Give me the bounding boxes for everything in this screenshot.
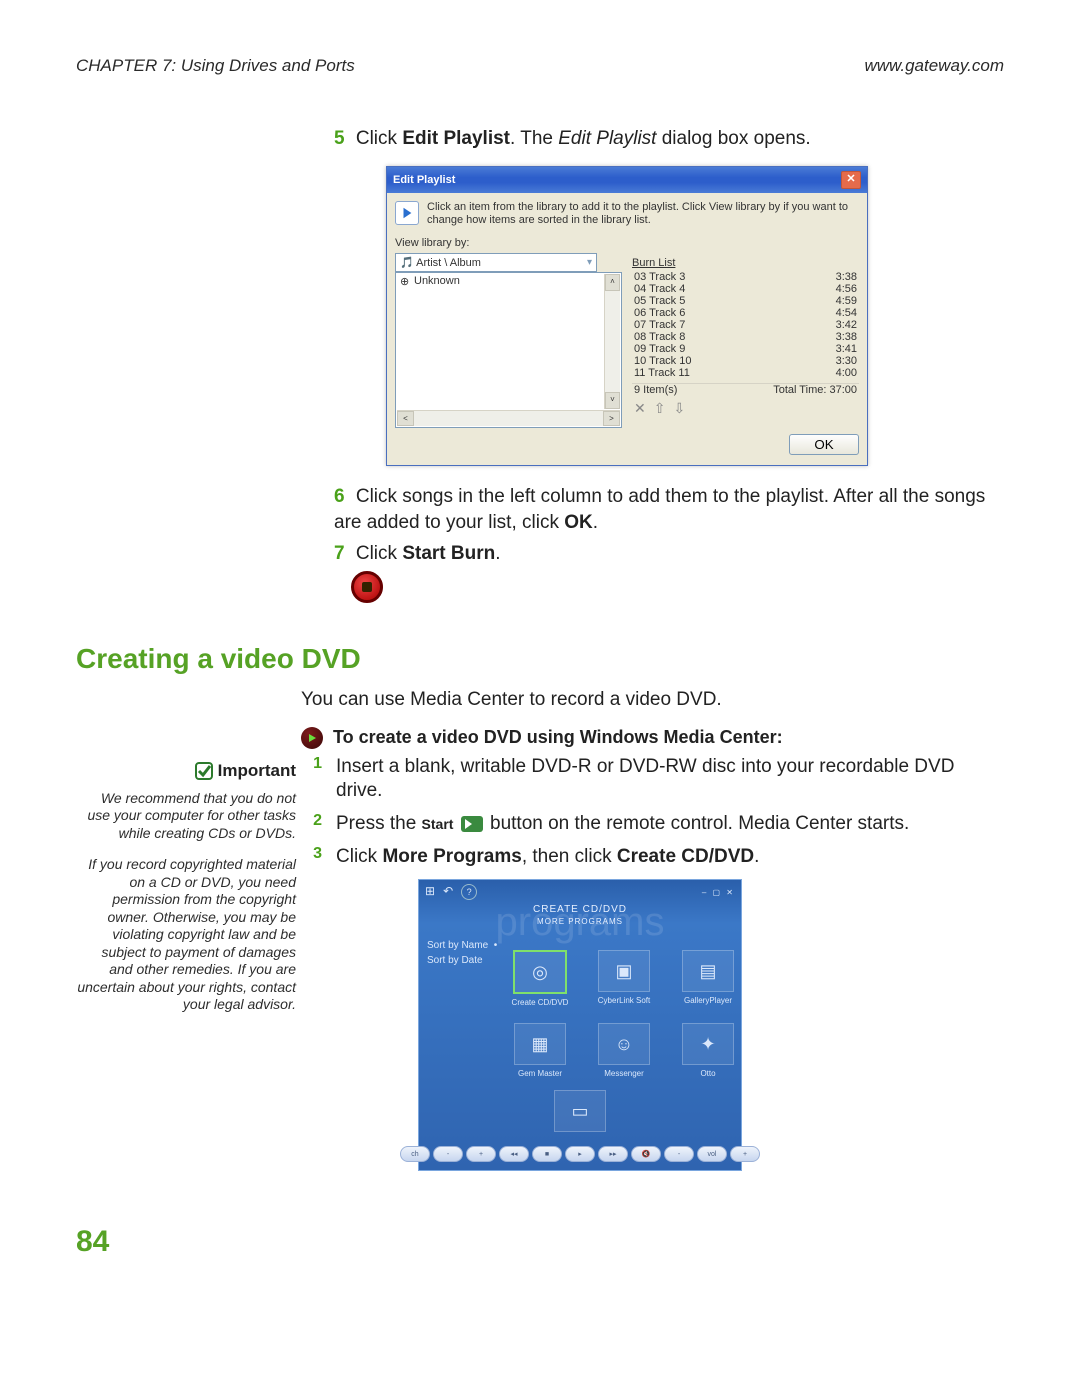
track-row[interactable]: 08 Track 83:38 <box>632 331 859 343</box>
track-row[interactable]: 06 Track 64:54 <box>632 307 859 319</box>
mc-tile-label: CyberLink Soft <box>592 996 656 1005</box>
edit-playlist-dialog: Edit Playlist ✕ Click an item from the l… <box>386 166 868 466</box>
step-6: 6 Click songs in the left column to add … <box>334 484 1004 535</box>
mc-control-button[interactable]: 🔇 <box>631 1146 661 1162</box>
mc-control-button[interactable]: ■ <box>532 1146 562 1162</box>
track-row[interactable]: 03 Track 33:38 <box>632 271 859 283</box>
step-number: 5 <box>334 128 345 149</box>
scroll-right-button[interactable]: ˃ <box>603 411 620 426</box>
site-url: www.gateway.com <box>864 56 1004 76</box>
important-sidebar: Important We recommend that you do not u… <box>76 755 296 1014</box>
page-number: 84 <box>76 1225 1004 1259</box>
mc-tile[interactable]: ☺ Messenger <box>592 1023 656 1078</box>
mc-control-button[interactable]: + <box>466 1146 496 1162</box>
step-number: 3 <box>308 845 322 870</box>
mc-back-icon[interactable]: ↶ <box>443 884 453 900</box>
section-heading: Creating a video DVD <box>76 643 1004 675</box>
mc-tile-label: Create CD/DVD <box>508 998 572 1007</box>
section-intro: You can use Media Center to record a vid… <box>301 687 1004 713</box>
important-text-2: If you record copyrighted material on a … <box>76 856 296 1014</box>
mc-tile[interactable]: ▦ Gem Master <box>508 1023 572 1078</box>
mc-tile-icon: ✦ <box>682 1023 734 1065</box>
mc-tile[interactable]: ◎ Create CD/DVD <box>508 950 572 1007</box>
mc-tile-label: Otto <box>676 1069 740 1078</box>
library-list[interactable]: ⊕ Unknown ˄ ˅ ˂ ˃ <box>395 272 622 428</box>
mc-control-button[interactable]: vol <box>697 1146 727 1162</box>
mc-logo-icon: ⊞ <box>425 884 435 900</box>
mc-tile[interactable]: ▣ CyberLink Soft <box>592 950 656 1007</box>
chapter-label: CHAPTER 7: Using Drives and Ports <box>76 56 355 76</box>
view-library-label: View library by: <box>395 237 859 249</box>
mc-control-button[interactable]: ▸▸ <box>598 1146 628 1162</box>
mc-tile-icon: ◎ <box>513 950 567 994</box>
track-row[interactable]: 05 Track 54:59 <box>632 295 859 307</box>
move-down-icon[interactable]: ⇩ <box>673 400 685 417</box>
track-row[interactable]: 07 Track 73:42 <box>632 319 859 331</box>
mc-tile-label: GalleryPlayer <box>676 996 740 1005</box>
mc-tile-icon: ▤ <box>682 950 734 992</box>
total-time: Total Time: 37:00 <box>773 384 857 396</box>
ok-button[interactable]: OK <box>789 434 859 455</box>
scrollbar-vertical[interactable]: ˄ ˅ <box>604 274 620 409</box>
mc-tile-label: Gem Master <box>508 1069 572 1078</box>
mc-tile[interactable]: ✦ Otto <box>676 1023 740 1078</box>
burn-list[interactable]: 03 Track 33:3804 Track 44:5605 Track 54:… <box>632 271 859 379</box>
chevron-down-icon: ▾ <box>587 257 592 268</box>
subhead: To create a video DVD using Windows Medi… <box>333 727 783 748</box>
step-number: 1 <box>308 755 322 804</box>
scroll-down-button[interactable]: ˅ <box>605 392 620 409</box>
step-number: 7 <box>334 543 345 564</box>
item-count: 9 Item(s) <box>634 384 677 396</box>
mc-tile-label: Messenger <box>592 1069 656 1078</box>
info-icon <box>395 201 419 225</box>
play-bullet-icon <box>301 727 323 749</box>
mc-tile-extra[interactable]: ▭ <box>554 1090 606 1136</box>
track-row[interactable]: 11 Track 114:00 <box>632 367 859 379</box>
mc-tile-icon: ▦ <box>514 1023 566 1065</box>
track-row[interactable]: 04 Track 44:56 <box>632 283 859 295</box>
scroll-up-button[interactable]: ˄ <box>605 274 620 291</box>
step-7: 7 Click Start Burn. <box>334 541 1004 567</box>
start-burn-icon <box>351 571 383 603</box>
step-number: 2 <box>308 812 322 837</box>
important-text-1: We recommend that you do not use your co… <box>76 790 296 843</box>
move-up-icon[interactable]: ⇧ <box>654 400 666 417</box>
media-center-screenshot: ⊞ ↶ ? – ▢ ✕ programs CREATE CD/DVD MORE … <box>418 879 742 1171</box>
dvd-step-3: Click More Programs, then click Create C… <box>336 845 1004 870</box>
library-item[interactable]: Unknown <box>414 275 460 287</box>
close-button[interactable]: ✕ <box>841 171 861 189</box>
step-number: 6 <box>334 486 345 507</box>
track-row[interactable]: 10 Track 103:30 <box>632 355 859 367</box>
mc-control-button[interactable]: + <box>730 1146 760 1162</box>
burn-list-header: Burn List <box>632 257 859 269</box>
dialog-hint: Click an item from the library to add it… <box>427 201 859 227</box>
mc-control-button[interactable]: ▸ <box>565 1146 595 1162</box>
mc-tile-icon: ☺ <box>598 1023 650 1065</box>
dvd-step-2: Press the Start button on the remote con… <box>336 812 1004 837</box>
mc-title: CREATE CD/DVD <box>419 904 741 915</box>
step-5: 5 Click Edit Playlist. The Edit Playlist… <box>334 126 1004 152</box>
mc-control-button[interactable]: ◂◂ <box>499 1146 529 1162</box>
mc-subtitle: MORE PROGRAMS <box>419 917 741 926</box>
mc-tile-icon: ▭ <box>554 1090 606 1132</box>
checkmark-icon <box>194 761 214 781</box>
start-button-icon <box>461 816 483 832</box>
mc-control-button[interactable]: ch <box>400 1146 430 1162</box>
dialog-title: Edit Playlist <box>393 174 455 186</box>
important-label: Important <box>218 761 296 781</box>
scrollbar-horizontal[interactable]: ˂ ˃ <box>397 410 620 426</box>
track-row[interactable]: 09 Track 93:41 <box>632 343 859 355</box>
mc-help-icon[interactable]: ? <box>461 884 477 900</box>
mc-tile-icon: ▣ <box>598 950 650 992</box>
dvd-step-1: Insert a blank, writable DVD-R or DVD-RW… <box>336 755 1004 804</box>
mc-control-button[interactable]: - <box>664 1146 694 1162</box>
view-library-combo[interactable]: 🎵 Artist \ Album ▾ <box>395 253 597 272</box>
window-controls[interactable]: – ▢ ✕ <box>702 888 735 897</box>
mc-control-button[interactable]: - <box>433 1146 463 1162</box>
remove-icon[interactable]: ✕ <box>634 400 646 417</box>
mc-tile[interactable]: ▤ GalleryPlayer <box>676 950 740 1007</box>
scroll-left-button[interactable]: ˂ <box>397 411 414 426</box>
